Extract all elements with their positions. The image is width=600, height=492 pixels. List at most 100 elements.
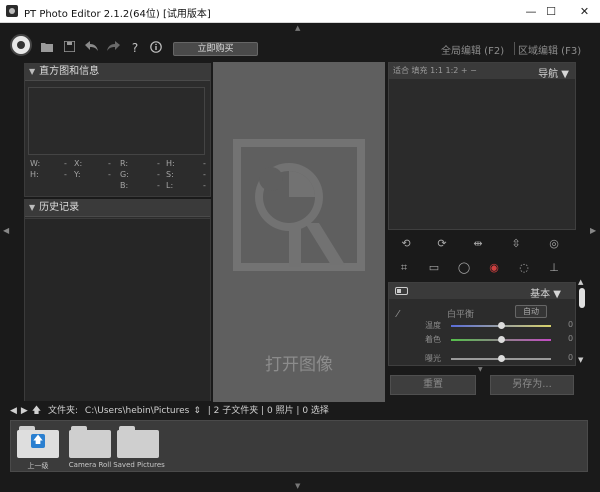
tab-divider xyxy=(514,42,515,55)
info-label: L: xyxy=(166,181,174,190)
rotate-left-icon[interactable]: ⟲ xyxy=(398,236,414,252)
folder-summary: | 2 子文件夹 | 0 照片 | 0 选择 xyxy=(207,406,329,416)
help-icon[interactable]: ? xyxy=(128,41,142,55)
info-label: B: xyxy=(120,181,129,190)
info-value: - xyxy=(157,170,160,179)
info-value: - xyxy=(203,170,206,179)
eyedropper-icon[interactable]: ⁄ xyxy=(397,309,399,320)
histogram-graph xyxy=(28,87,205,155)
slider-knob[interactable] xyxy=(498,355,505,362)
folder-body xyxy=(69,430,111,458)
info-value: - xyxy=(108,159,111,168)
app-logo xyxy=(10,34,32,56)
slider-label: 着色 xyxy=(425,335,441,344)
folder-thumb-label: Saved Pictures xyxy=(113,461,165,469)
temperature-slider[interactable]: 温度 0 xyxy=(393,320,573,332)
window-titlebar: PT Photo Editor 2.1.2(64位) [试用版本] — ☐ ✕ xyxy=(0,0,600,23)
tint-slider[interactable]: 着色 0 xyxy=(393,334,573,346)
navigator-panel: 适合 填充 1:1 1:2 + − 导航 ▼ xyxy=(388,62,576,230)
path-bar: ◀ ▶ 🡅 文件夹: C:\Users\hebin\Pictures ⇕ | 2 子文… xyxy=(10,403,590,417)
info-label: G: xyxy=(120,170,129,179)
maximize-button[interactable]: ☐ xyxy=(531,0,571,23)
scroll-down-icon[interactable]: ▼ xyxy=(578,356,583,364)
info-label: S: xyxy=(166,170,174,179)
redo-icon[interactable] xyxy=(106,41,120,55)
folder-label: 文件夹: xyxy=(47,406,79,416)
info-label: X: xyxy=(74,159,83,168)
expand-indicator-icon: ▼ xyxy=(478,366,483,373)
rotate-right-icon[interactable]: ⟳ xyxy=(434,236,450,252)
spiral-icon[interactable]: ◎ xyxy=(546,236,562,252)
thumbnail-strip: 🡅 上一级 Camera Roll Saved Pictures xyxy=(10,420,588,472)
buy-now-button[interactable]: 立即购买 xyxy=(173,42,258,56)
scroll-thumb[interactable] xyxy=(579,288,585,308)
tab-global-edit[interactable]: 全局编辑 (F2) xyxy=(441,42,504,57)
panel-toggle-icon[interactable] xyxy=(395,287,408,295)
collapse-right-arrow-icon[interactable]: ▶ xyxy=(590,226,596,235)
basic-panel-header[interactable]: 基本 ▼ xyxy=(389,283,575,300)
collapse-top-arrow-icon[interactable]: ▲ xyxy=(295,24,300,32)
slider-knob[interactable] xyxy=(498,322,505,329)
folder-path[interactable]: C:\Users\hebin\Pictures xyxy=(85,406,189,416)
forward-arrow-icon[interactable]: ▶ xyxy=(21,406,28,416)
tool-row-1: ⟲ ⟳ ⇹ ⇳ ◎ xyxy=(388,234,576,254)
histogram-panel-header[interactable]: ▼ 直方图和信息 xyxy=(25,64,210,81)
folder-thumb[interactable] xyxy=(69,426,111,458)
save-as-button[interactable]: 另存为... xyxy=(490,375,574,395)
navigator-title[interactable]: 导航 ▼ xyxy=(538,65,569,80)
basic-title: 基本 ▼ xyxy=(530,289,561,300)
red-eye-icon[interactable]: ◉ xyxy=(486,260,502,276)
slider-value: 0 xyxy=(568,320,574,329)
stamp-icon[interactable]: ⊥ xyxy=(546,260,562,276)
basic-panel-scrollbar[interactable]: ▲ ▼ xyxy=(578,278,586,364)
info-value: - xyxy=(108,170,111,179)
folder-thumb-label: 上一级 xyxy=(27,462,49,470)
app-frame: ▲ ▼ ◀ ▶ ? 立即购买 全局编辑 (F2) 区域编辑 (F3) ▼ 直方图和… xyxy=(0,23,600,492)
folder-thumb[interactable] xyxy=(117,426,159,458)
spot-heal-icon[interactable]: ◌ xyxy=(516,260,532,276)
app-icon xyxy=(6,5,18,17)
slider-label: 曝光 xyxy=(425,354,441,363)
tab-region-edit[interactable]: 区域编辑 (F3) xyxy=(518,42,581,57)
collapse-triangle-icon: ▼ xyxy=(29,203,36,212)
info-value: - xyxy=(203,181,206,190)
folder-body xyxy=(117,430,159,458)
back-arrow-icon[interactable]: ◀ xyxy=(10,406,17,416)
slider-value: 0 xyxy=(568,334,574,343)
image-canvas[interactable]: 打开图像 xyxy=(213,62,385,402)
undo-icon[interactable] xyxy=(84,41,98,55)
info-value: - xyxy=(64,159,67,168)
info-value: - xyxy=(157,181,160,190)
vignette-icon[interactable]: ◯ xyxy=(456,260,472,276)
auto-white-balance-button[interactable]: 自动 xyxy=(515,305,547,318)
slider-knob[interactable] xyxy=(498,336,505,343)
history-title: 历史记录 xyxy=(39,202,80,213)
white-balance-label: 白平衡 xyxy=(447,310,475,320)
reset-button[interactable]: 重置 xyxy=(390,375,476,395)
up-arrow-icon[interactable]: 🡅 xyxy=(32,406,41,416)
collapse-triangle-icon: ▼ xyxy=(29,67,36,76)
collapse-left-arrow-icon[interactable]: ◀ xyxy=(3,226,9,235)
slider-value: 0 xyxy=(568,353,574,362)
open-folder-icon[interactable] xyxy=(40,41,54,55)
tool-row-2: ⌗ ▭ ◯ ◉ ◌ ⊥ xyxy=(388,258,576,278)
zoom-options[interactable]: 适合 填充 1:1 1:2 + − xyxy=(393,65,477,76)
exposure-slider[interactable]: 曝光 0 xyxy=(393,353,573,365)
history-panel: ▼ 历史记录 xyxy=(24,199,211,219)
flip-horizontal-icon[interactable]: ⇹ xyxy=(470,236,486,252)
path-dropdown-icon[interactable]: ⇕ xyxy=(193,406,201,416)
save-icon[interactable] xyxy=(62,40,76,55)
info-icon[interactable] xyxy=(149,41,163,55)
scroll-up-icon[interactable]: ▲ xyxy=(578,278,583,286)
parent-folder-thumb[interactable]: 🡅 xyxy=(17,426,59,458)
info-label: R: xyxy=(120,159,129,168)
window-title: PT Photo Editor 2.1.2(64位) [试用版本] xyxy=(24,9,211,20)
collapse-bottom-arrow-icon[interactable]: ▼ xyxy=(295,482,300,490)
flip-vertical-icon[interactable]: ⇳ xyxy=(508,236,524,252)
close-button[interactable]: ✕ xyxy=(569,0,600,23)
open-image-label[interactable]: 打开图像 xyxy=(213,350,385,375)
crop-icon[interactable]: ⌗ xyxy=(396,260,412,276)
folder-thumb-label: Camera Roll xyxy=(68,461,112,469)
history-panel-header[interactable]: ▼ 历史记录 xyxy=(25,200,210,217)
straighten-icon[interactable]: ▭ xyxy=(426,260,442,276)
